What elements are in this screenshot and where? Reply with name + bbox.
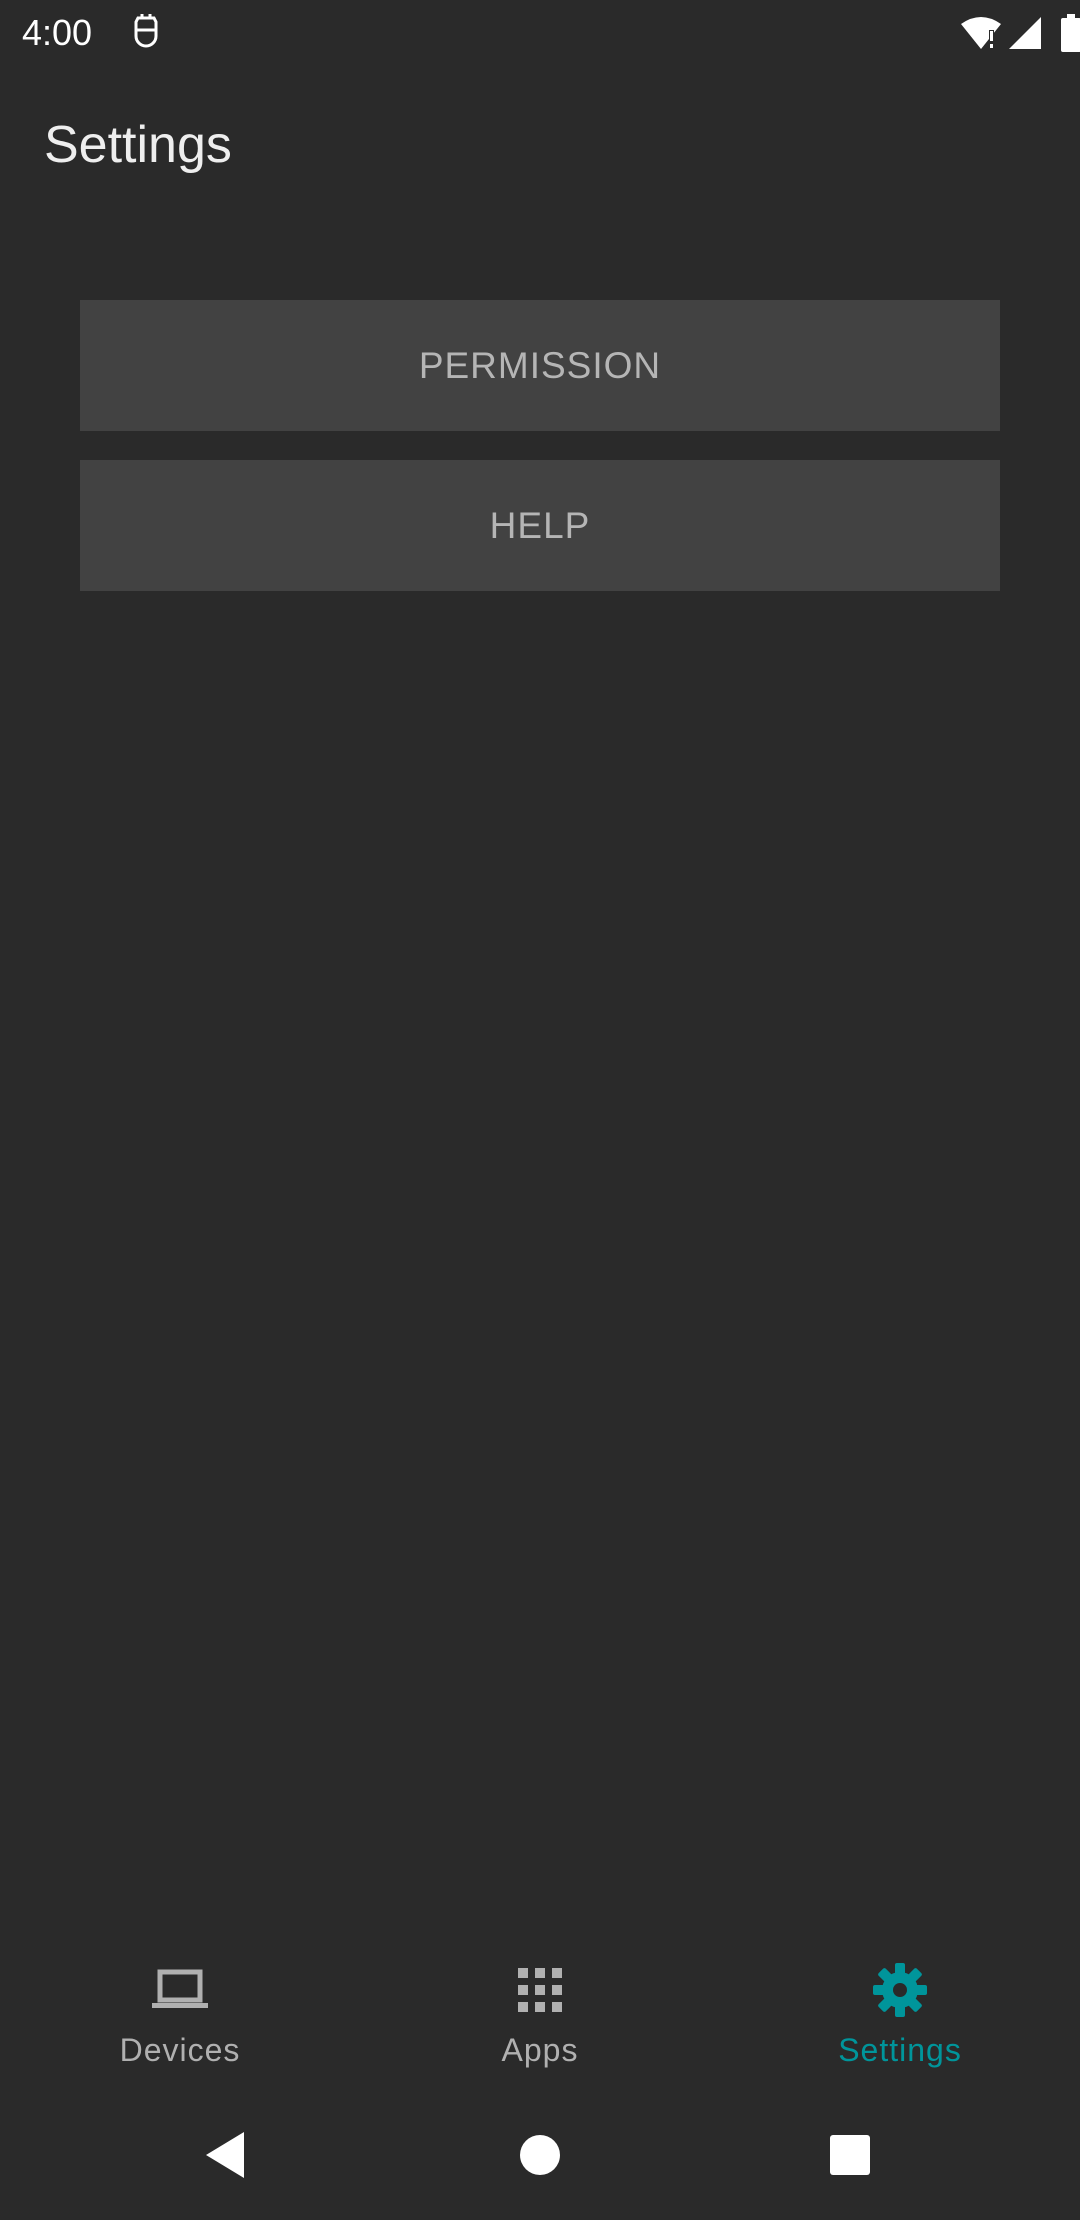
recents-icon[interactable]: [805, 2110, 895, 2200]
home-icon[interactable]: [495, 2110, 585, 2200]
wifi-alert-icon: [961, 17, 1001, 49]
laptop-icon: [152, 1969, 208, 2008]
settings-screen: 4:00 Settings PERMISSION HELP Devices Ap…: [0, 0, 1080, 2220]
nav-label-settings: Settings: [838, 2032, 962, 2068]
help-button[interactable]: HELP: [80, 460, 1000, 591]
notification-app-icon: [134, 14, 158, 48]
nav-item-devices[interactable]: Devices: [30, 1930, 330, 2080]
cell-signal-icon: [1009, 17, 1041, 49]
page-title: Settings: [44, 116, 232, 174]
nav-label-devices: Devices: [119, 2032, 241, 2068]
system-navigation-bar: [0, 2090, 1080, 2220]
status-icons: [880, 0, 1080, 66]
permission-button[interactable]: PERMISSION: [80, 300, 1000, 431]
nav-item-settings[interactable]: Settings: [750, 1930, 1050, 2080]
back-icon[interactable]: [180, 2110, 270, 2200]
battery-icon: [1061, 14, 1080, 52]
status-time: 4:00: [22, 12, 93, 53]
nav-item-apps[interactable]: Apps: [390, 1930, 690, 2080]
status-bar: 4:00: [0, 0, 1080, 66]
grid-icon: [518, 1968, 562, 2012]
nav-label-apps: Apps: [501, 2032, 579, 2068]
bottom-navigation: Devices Apps Settings: [0, 1930, 1080, 2080]
gear-icon: [873, 1963, 927, 2017]
